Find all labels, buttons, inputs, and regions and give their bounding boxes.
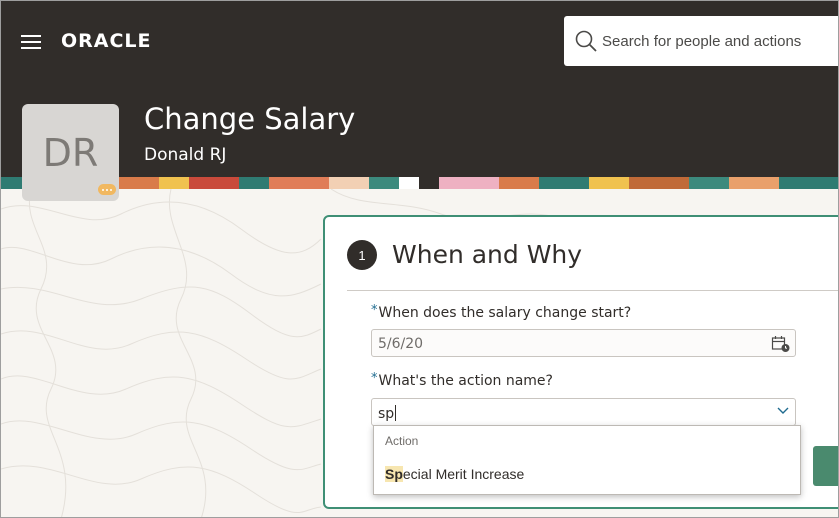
app-frame: ORACLE DR Change Salary Donald RJ 1 When… <box>0 0 839 518</box>
step-number-badge: 1 <box>347 240 377 270</box>
page-title: Change Salary <box>144 102 356 136</box>
required-marker: * <box>371 371 378 386</box>
dropdown-column-header: Action <box>385 434 419 448</box>
continue-button[interactable] <box>813 446 838 486</box>
action-name-value: sp <box>378 405 397 422</box>
action-name-field[interactable]: sp <box>371 398 796 426</box>
header-artwork <box>1 177 838 189</box>
start-date-value: 5/6/20 <box>378 336 424 352</box>
more-options-icon[interactable] <box>98 184 116 195</box>
section-title: When and Why <box>392 240 583 269</box>
avatar-initials: DR <box>42 130 99 175</box>
search-box[interactable] <box>564 16 838 66</box>
matched-text: Sp <box>385 466 403 482</box>
chevron-down-icon[interactable] <box>777 407 789 415</box>
menu-icon[interactable] <box>21 35 41 49</box>
search-input[interactable] <box>602 28 837 54</box>
dropdown-option-special-merit-increase[interactable]: Special Merit Increase <box>385 466 524 482</box>
calendar-icon[interactable] <box>771 335 791 353</box>
action-name-label: *What's the action name? <box>371 371 553 389</box>
action-dropdown: Action Special Merit Increase <box>373 425 801 495</box>
oracle-logo[interactable]: ORACLE <box>61 30 152 52</box>
search-icon <box>575 30 597 52</box>
required-marker: * <box>371 303 378 318</box>
start-date-label: *When does the salary change start? <box>371 303 632 321</box>
section-divider <box>347 290 838 291</box>
person-name: Donald RJ <box>144 145 227 165</box>
start-date-field[interactable]: 5/6/20 <box>371 329 796 357</box>
